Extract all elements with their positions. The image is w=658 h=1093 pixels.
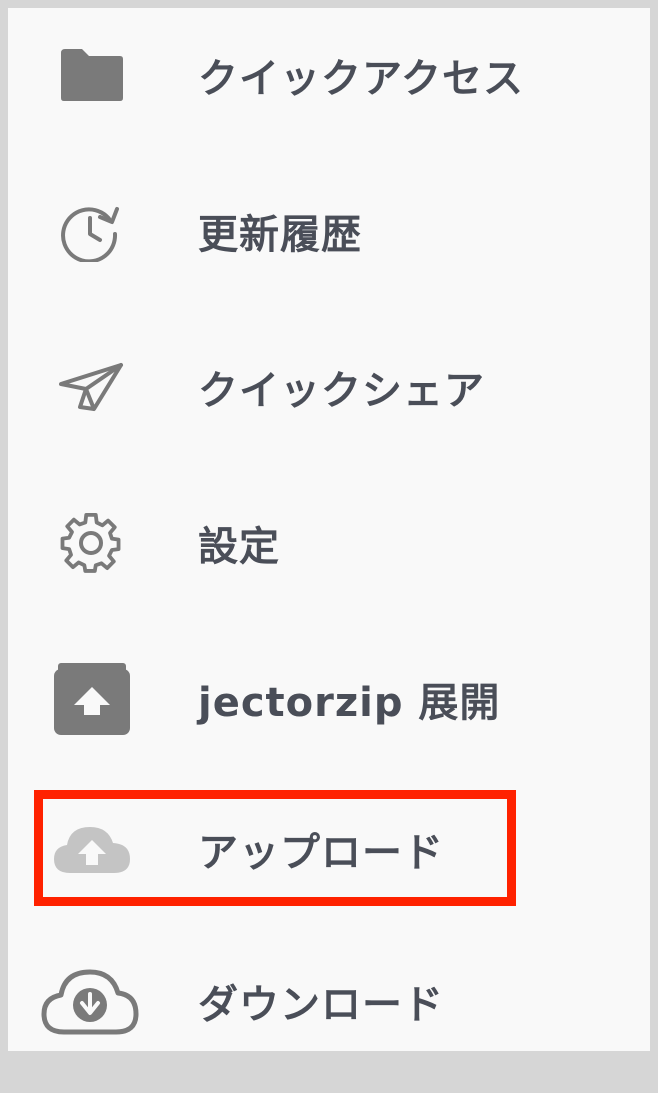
menu-item-history[interactable]: 更新履歴 [8, 156, 650, 306]
menu-item-upload[interactable]: アップロード [8, 774, 650, 924]
menu-item-quick-access[interactable]: クイックアクセス [8, 0, 650, 150]
menu-item-settings[interactable]: 設定 [8, 468, 650, 618]
cloud-upload-icon [52, 823, 132, 875]
menu-item-label: クイックアクセス [198, 56, 524, 102]
menu-item-label: ダウンロード [198, 982, 444, 1028]
menu-item-label: アップロード [198, 830, 444, 876]
paper-plane-icon [58, 362, 124, 412]
menu-item-label: クイックシェア [198, 368, 485, 414]
menu-item-download[interactable]: ダウンロード [8, 926, 650, 1076]
archive-extract-icon [52, 661, 132, 737]
menu-item-label: 設定 [198, 524, 280, 570]
gear-icon [60, 512, 122, 574]
folder-icon [58, 48, 124, 102]
cloud-download-icon [40, 966, 140, 1036]
menu-item-quick-share[interactable]: クイックシェア [8, 312, 650, 462]
menu-item-label: jectorzip 展開 [198, 680, 501, 726]
menu-item-label: 更新履歴 [198, 212, 362, 258]
menu-item-jectorzip-extract[interactable]: jectorzip 展開 [8, 624, 650, 774]
history-icon [60, 200, 122, 262]
side-menu: クイックアクセス 更新履歴 クイックシェア 設定 jectorzip 展開 アッ… [8, 8, 650, 1051]
